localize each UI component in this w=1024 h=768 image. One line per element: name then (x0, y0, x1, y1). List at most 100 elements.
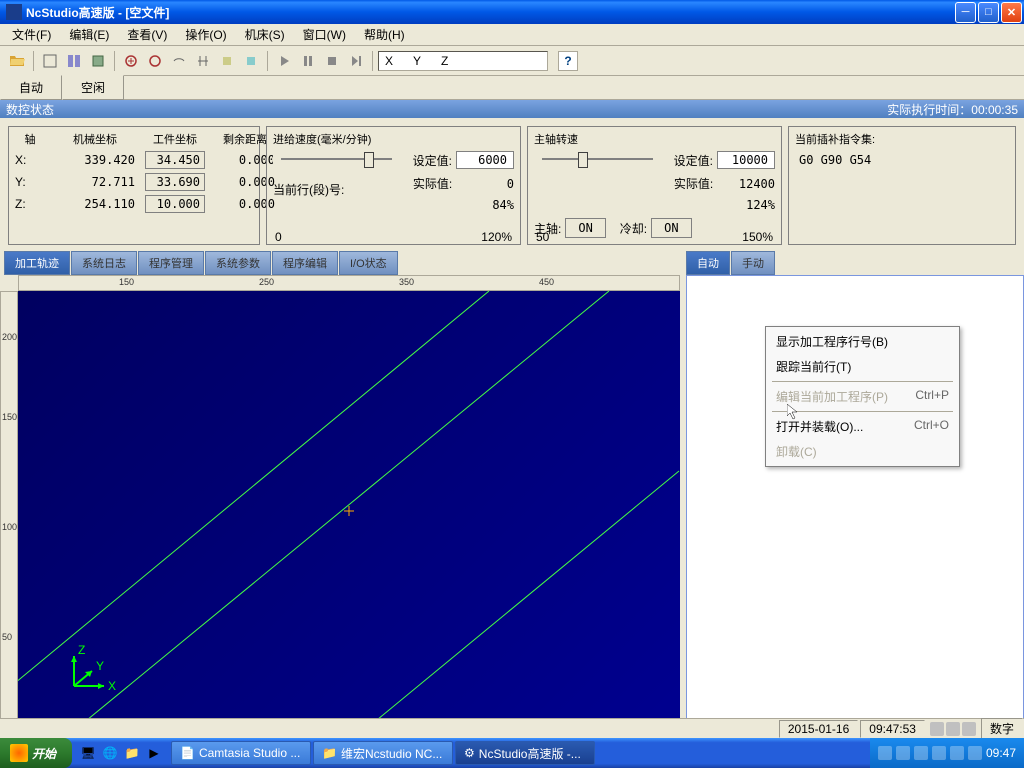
menu-file[interactable]: 文件(F) (4, 24, 59, 45)
close-button[interactable]: ✕ (1001, 2, 1022, 23)
feed-title: 进给速度(毫米/分钟) (273, 131, 514, 147)
mech-x: 339.420 (55, 153, 135, 167)
maximize-button[interactable]: □ (978, 2, 999, 23)
svg-text:X: X (108, 679, 116, 693)
tb-btn-6[interactable] (144, 50, 166, 72)
menu-edit[interactable]: 编辑(E) (61, 24, 117, 45)
tray-icon[interactable] (896, 746, 910, 760)
feed-set-val[interactable]: 6000 (456, 151, 514, 169)
task-item[interactable]: ⚙NcStudio高速版 -... (455, 741, 595, 765)
right-tab-auto[interactable]: 自动 (686, 251, 730, 275)
ruler-vertical: 200 150 100 50 (0, 291, 18, 743)
tab-program-mgmt[interactable]: 程序管理 (138, 251, 204, 275)
ctx-track-current[interactable]: 跟踪当前行(T) (768, 354, 957, 379)
mech-y: 72.711 (55, 175, 135, 189)
status-icon (962, 722, 976, 736)
stop-icon[interactable] (321, 50, 343, 72)
tray-icon[interactable] (932, 746, 946, 760)
work-y[interactable]: 33.690 (145, 173, 205, 191)
tray-icon[interactable] (914, 746, 928, 760)
tab-sys-params[interactable]: 系统参数 (205, 251, 271, 275)
quick-launch-icon[interactable]: ▶ (144, 743, 164, 763)
tb-btn-3[interactable] (63, 50, 85, 72)
minimize-button[interactable]: ─ (955, 2, 976, 23)
tb-btn-5[interactable] (120, 50, 142, 72)
coord-y: Y (413, 54, 421, 68)
tab-trajectory[interactable]: 加工轨迹 (4, 251, 70, 275)
open-icon[interactable] (6, 50, 28, 72)
menu-help[interactable]: 帮助(H) (356, 24, 413, 45)
hdr-work: 工件坐标 (145, 131, 205, 147)
mech-z: 254.110 (55, 197, 135, 211)
menu-window[interactable]: 窗口(W) (295, 24, 354, 45)
windows-logo-icon (10, 744, 28, 762)
svg-text:Y: Y (96, 659, 104, 673)
spindle-slider[interactable] (534, 149, 661, 169)
menu-operate[interactable]: 操作(O) (177, 24, 234, 45)
task-item[interactable]: 📄Camtasia Studio ... (171, 741, 311, 765)
axis-z: Z: (15, 197, 45, 211)
quick-launch-icon[interactable]: 🖥 (78, 743, 98, 763)
tray-icon[interactable] (968, 746, 982, 760)
work-z[interactable]: 10.000 (145, 195, 205, 213)
hdr-mech: 机械坐标 (55, 131, 135, 147)
status-date: 2015-01-16 (779, 720, 858, 738)
help-icon[interactable]: ? (558, 51, 578, 71)
tb-btn-2[interactable] (39, 50, 61, 72)
hdr-axis: 轴 (15, 131, 45, 147)
toolbar: X Y Z ? (0, 46, 1024, 76)
state-auto[interactable]: 自动 (0, 75, 62, 100)
title-bar: NcStudio高速版 - [空文件] ─ □ ✕ (0, 0, 1024, 24)
spindle-set-val[interactable]: 10000 (717, 151, 775, 169)
menu-bar: 文件(F) 编辑(E) 查看(V) 操作(O) 机床(S) 窗口(W) 帮助(H… (0, 24, 1024, 46)
ctx-unload: 卸载(C) (768, 439, 957, 464)
pause-icon[interactable] (297, 50, 319, 72)
menu-machine[interactable]: 机床(S) (237, 24, 293, 45)
svg-text:Z: Z (78, 643, 85, 657)
ctx-show-line-no[interactable]: 显示加工程序行号(B) (768, 329, 957, 354)
spindle-title: 主轴转速 (534, 131, 775, 147)
context-menu: 显示加工程序行号(B) 跟踪当前行(T) 编辑当前加工程序(P)Ctrl+P 打… (765, 326, 960, 467)
tray-icon[interactable] (950, 746, 964, 760)
start-button[interactable]: 开始 (0, 738, 72, 768)
coord-panel: 轴 机械坐标 工件坐标 剩余距离 X: 339.420 34.450 0.000… (0, 118, 1024, 251)
coord-display: X Y Z (378, 51, 548, 71)
tray-icon[interactable] (878, 746, 892, 760)
axis-y: Y: (15, 175, 45, 189)
window-title: NcStudio高速版 - [空文件] (26, 4, 955, 21)
state-idle[interactable]: 空闲 (62, 75, 124, 100)
work-x[interactable]: 34.450 (145, 151, 205, 169)
feed-slider[interactable] (273, 149, 400, 169)
status-time: 09:47:53 (860, 720, 925, 738)
quick-launch-icon[interactable]: 🌐 (100, 743, 120, 763)
system-tray[interactable]: 09:47 (870, 738, 1024, 768)
tb-btn-8[interactable] (192, 50, 214, 72)
step-icon[interactable] (345, 50, 367, 72)
menu-view[interactable]: 查看(V) (119, 24, 175, 45)
tab-io-status[interactable]: I/O状态 (339, 251, 398, 275)
tab-program-edit[interactable]: 程序编辑 (272, 251, 338, 275)
trajectory-viewport[interactable]: X Y Z (18, 291, 680, 743)
status-icon (930, 722, 944, 736)
right-content-area[interactable]: 显示加工程序行号(B) 跟踪当前行(T) 编辑当前加工程序(P)Ctrl+P 打… (686, 275, 1024, 743)
status-mode: 数字 (981, 718, 1023, 739)
app-icon (6, 4, 22, 20)
state-row: 自动 空闲 (0, 76, 1024, 100)
tb-btn-4[interactable] (87, 50, 109, 72)
right-tab-manual[interactable]: 手动 (731, 251, 775, 275)
tb-btn-7[interactable] (168, 50, 190, 72)
tb-btn-9[interactable] (216, 50, 238, 72)
nc-status-label: 数控状态 (6, 101, 54, 118)
tb-btn-10[interactable] (240, 50, 262, 72)
task-item[interactable]: 📁维宏Ncstudio NC... (313, 741, 453, 765)
tab-syslog[interactable]: 系统日志 (71, 251, 137, 275)
tray-clock: 09:47 (986, 746, 1016, 760)
feed-line-label: 当前行(段)号: (273, 181, 400, 198)
feed-pct: 84% (456, 198, 514, 212)
cursor-icon (787, 404, 803, 420)
play-icon[interactable] (273, 50, 295, 72)
feed-real-val: 0 (456, 177, 514, 191)
status-bar: 2015-01-16 09:47:53 数字 (0, 718, 1024, 738)
taskbar: 开始 🖥 🌐 📁 ▶ 📄Camtasia Studio ... 📁维宏Ncstu… (0, 738, 1024, 768)
quick-launch-icon[interactable]: 📁 (122, 743, 142, 763)
